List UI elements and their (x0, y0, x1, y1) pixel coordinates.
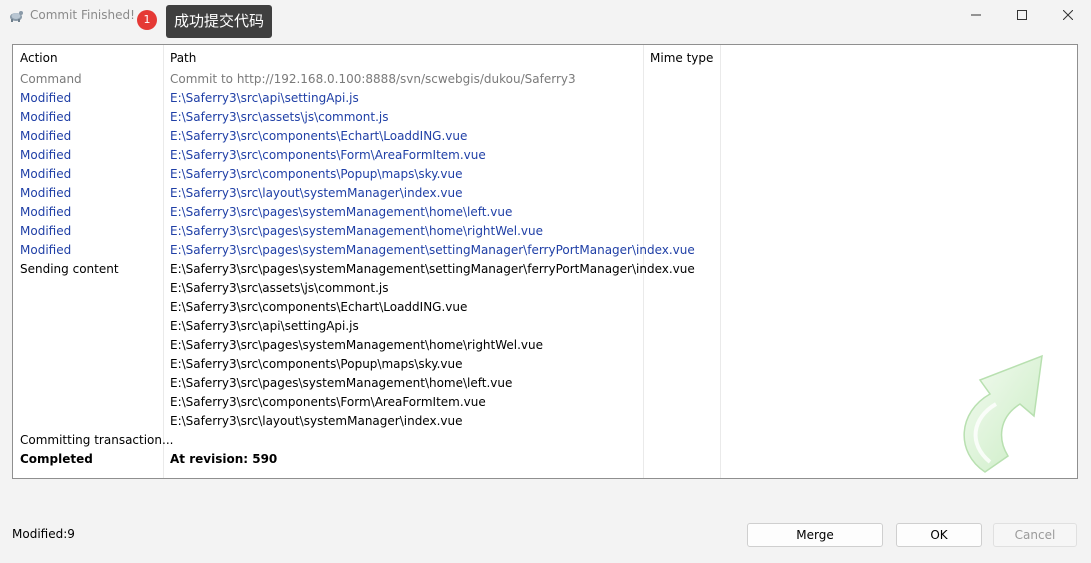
list-row[interactable]: Command Commit to http://192.168.0.100:88… (13, 70, 1077, 89)
list-row[interactable]: E:\Saferry3\src\layout\systemManager\ind… (13, 412, 1077, 431)
list-row[interactable]: E:\Saferry3\src\assets\js\commont.js (13, 279, 1077, 298)
row-action: Sending content (20, 262, 119, 276)
list-row[interactable]: Modified E:\Saferry3\src\assets\js\common… (13, 108, 1077, 127)
column-header-action[interactable]: Action (20, 50, 58, 66)
modified-count-status: Modified:9 (12, 527, 75, 541)
window-title: Commit Finished! (30, 8, 135, 22)
row-path: At revision: 590 (170, 452, 278, 466)
column-header-mime-type[interactable]: Mime type (650, 50, 713, 66)
tortoisesvn-app-icon (8, 7, 24, 23)
row-path: E:\Saferry3\src\components\Echart\LoaddI… (170, 300, 468, 314)
row-path: E:\Saferry3\src\pages\systemManagement\h… (170, 205, 513, 219)
list-row[interactable]: E:\Saferry3\src\components\Echart\LoaddI… (13, 298, 1077, 317)
row-path: E:\Saferry3\src\pages\systemManagement\h… (170, 224, 544, 238)
row-path: E:\Saferry3\src\api\settingApi.js (170, 319, 359, 333)
list-row[interactable]: Modified E:\Saferry3\src\pages\systemMana… (13, 222, 1077, 241)
annotation-callout: 成功提交代码 (166, 5, 273, 38)
row-action: Modified (20, 224, 72, 238)
ok-button[interactable]: OK (896, 523, 982, 547)
list-row[interactable]: Modified E:\Saferry3\src\pages\systemMana… (13, 241, 1077, 260)
list-row[interactable]: E:\Saferry3\src\pages\systemManagement\h… (13, 374, 1077, 393)
row-action: Completed (20, 452, 93, 466)
row-path: E:\Saferry3\src\components\Popup\maps\sk… (170, 167, 463, 181)
commit-results-list[interactable]: Action Path Mime type Command Commit to h… (12, 44, 1078, 479)
list-row[interactable]: E:\Saferry3\src\components\Popup\maps\sk… (13, 355, 1077, 374)
maximize-button[interactable] (999, 0, 1045, 30)
list-row[interactable]: Modified E:\Saferry3\src\components\Form\… (13, 146, 1077, 165)
merge-button[interactable]: Merge (747, 523, 883, 547)
list-row[interactable]: E:\Saferry3\src\api\settingApi.js (13, 317, 1077, 336)
close-icon (1063, 10, 1073, 20)
minimize-icon (971, 14, 981, 16)
list-row[interactable]: E:\Saferry3\src\pages\systemManagement\h… (13, 336, 1077, 355)
list-row[interactable]: Modified E:\Saferry3\src\components\Popup… (13, 165, 1077, 184)
row-path: E:\Saferry3\src\components\Form\AreaForm… (170, 395, 486, 409)
row-path: E:\Saferry3\src\components\Form\AreaForm… (170, 148, 486, 162)
row-path: E:\Saferry3\src\api\settingApi.js (170, 91, 359, 105)
commit-arrow-icon (963, 354, 1043, 473)
row-path: E:\Saferry3\src\pages\systemManagement\h… (170, 338, 544, 352)
list-row[interactable]: Modified E:\Saferry3\src\api\settingApi.j… (13, 89, 1077, 108)
row-action: Modified (20, 243, 72, 257)
annotation-step-badge: 1 (137, 10, 157, 30)
row-action: Modified (20, 205, 72, 219)
row-path: E:\Saferry3\src\pages\systemManagement\h… (170, 376, 513, 390)
row-path: E:\Saferry3\src\pages\systemManagement\s… (170, 243, 695, 257)
row-action: Modified (20, 186, 72, 200)
row-action: Modified (20, 167, 72, 181)
row-action: Modified (20, 110, 72, 124)
row-path: E:\Saferry3\src\layout\systemManager\ind… (170, 414, 463, 428)
row-path: E:\Saferry3\src\components\Echart\LoaddI… (170, 129, 468, 143)
cancel-button[interactable]: Cancel (993, 523, 1077, 547)
minimize-button[interactable] (953, 0, 999, 30)
row-action: Committing transaction... (20, 433, 174, 447)
list-row[interactable]: Modified E:\Saferry3\src\components\Echar… (13, 127, 1077, 146)
row-path: E:\Saferry3\src\assets\js\commont.js (170, 110, 389, 124)
row-path: E:\Saferry3\src\layout\systemManager\ind… (170, 186, 463, 200)
row-path: E:\Saferry3\src\components\Popup\maps\sk… (170, 357, 463, 371)
list-row[interactable]: Completed At revision: 590 (13, 450, 1077, 469)
list-row[interactable]: Committing transaction... (13, 431, 1077, 450)
row-path: E:\Saferry3\src\assets\js\commont.js (170, 281, 389, 295)
title-bar: Commit Finished! 1 成功提交代码 (0, 0, 1091, 38)
row-action: Modified (20, 148, 72, 162)
row-action: Command (20, 72, 82, 86)
row-action: Modified (20, 129, 72, 143)
list-row[interactable]: Sending content E:\Saferry3\src\pages\sys… (13, 260, 1077, 279)
list-row[interactable]: Modified E:\Saferry3\src\pages\systemMana… (13, 203, 1077, 222)
row-path: E:\Saferry3\src\pages\systemManagement\s… (170, 262, 695, 276)
column-header-path[interactable]: Path (170, 50, 196, 66)
maximize-icon (1017, 10, 1027, 20)
list-row[interactable]: E:\Saferry3\src\components\Form\AreaForm… (13, 393, 1077, 412)
close-button[interactable] (1045, 0, 1091, 30)
row-path: Commit to http://192.168.0.100:8888/svn/… (170, 72, 576, 86)
list-row[interactable]: Modified E:\Saferry3\src\layout\systemMan… (13, 184, 1077, 203)
row-action: Modified (20, 91, 72, 105)
